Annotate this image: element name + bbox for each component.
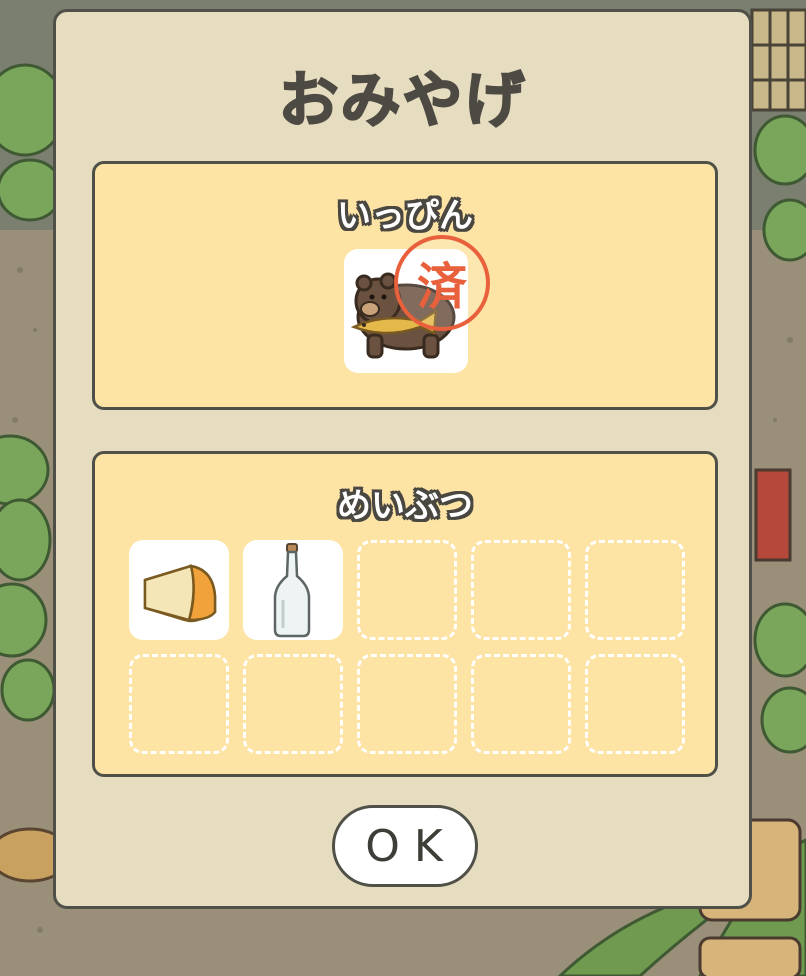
souvenir-slot-9[interactable] (471, 654, 571, 754)
glass-bottle-icon (273, 543, 311, 638)
souvenir-slot-3[interactable] (357, 540, 457, 640)
souvenir-slot-5[interactable] (585, 540, 685, 640)
souvenir-slot-6[interactable] (129, 654, 229, 754)
souvenir-slot-1[interactable] (129, 540, 229, 640)
souvenir-slot-2[interactable] (243, 540, 343, 640)
cheese-icon (143, 564, 217, 623)
completed-stamp: 済 (394, 235, 490, 331)
souvenir-slot-4[interactable] (471, 540, 571, 640)
specialty-item-slot[interactable]: 済 (344, 235, 490, 373)
dialog-title: おみやげ (278, 65, 527, 137)
souvenir-slot-10[interactable] (585, 654, 685, 754)
souvenir-slot-7[interactable] (243, 654, 343, 754)
souvenirs-panel: めいぶつ (92, 451, 718, 777)
souvenir-slot-8[interactable] (357, 654, 457, 754)
specialty-panel: いっぴん 済 (92, 161, 718, 410)
specialty-label: いっぴん (337, 196, 473, 236)
souvenirs-label: めいぶつ (337, 486, 473, 526)
souvenir-dialog: おみやげ いっぴん 済 めいぶつ OK (53, 9, 752, 909)
ok-button[interactable]: OK (332, 805, 478, 887)
